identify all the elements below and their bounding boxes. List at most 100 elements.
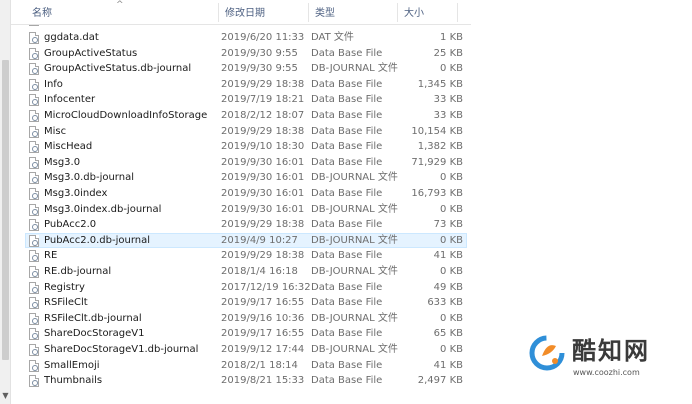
column-header-type[interactable]: 类型: [308, 0, 398, 24]
file-type: DB-JOURNAL 文件: [311, 203, 398, 215]
file-row[interactable]: Infocenter 2019/7/19 18:21 Data Base File 3…: [25, 92, 467, 107]
file-row[interactable]: RE.db-journal 2018/1/4 16:18 DB-JOURNAL 文件…: [25, 264, 467, 279]
file-type: DB-JOURNAL 文件: [311, 172, 398, 184]
file-gear-icon: [29, 234, 39, 247]
file-name: Msg3.0index: [44, 188, 108, 199]
file-gear-icon: [29, 172, 39, 185]
file-size: 0 KB: [440, 312, 463, 324]
file-gear-icon: [29, 32, 39, 44]
file-name: PubAcc2.0.db-journal: [44, 234, 151, 246]
file-gear-icon: [29, 203, 39, 216]
file-name: GroupActiveStatus: [44, 47, 138, 59]
file-date: 2019/7/19 18:21: [221, 94, 305, 106]
file-type: Data Base File: [311, 375, 383, 387]
file-type: Data Base File: [311, 281, 383, 293]
file-type: Data Base File: [311, 78, 383, 90]
file-size: 1,345 KB: [417, 78, 463, 90]
file-type: Data Base File: [311, 328, 383, 340]
file-size: 33 KB: [433, 110, 463, 121]
file-name: Misc: [44, 125, 67, 137]
file-date: 2019/8/21 15:33: [221, 375, 305, 387]
file-date: 2019/9/29 18:38: [221, 250, 305, 262]
file-row[interactable]: GroupActiveStatus.db-journal 2019/9/30 9:…: [25, 61, 467, 76]
column-divider[interactable]: [457, 3, 458, 22]
file-type: Data Base File: [311, 188, 383, 199]
file-size: 25 KB: [433, 47, 463, 59]
file-type: Data Base File: [311, 219, 383, 231]
file-size: 0 KB: [440, 63, 463, 75]
file-date: 2019/4/9 10:27: [221, 234, 298, 246]
file-type: Data Base File: [311, 156, 383, 168]
file-row[interactable]: RE 2019/9/29 18:38 Data Base File 41 KB: [25, 248, 467, 263]
file-row[interactable]: Misc 2019/9/29 18:38 Data Base File 10,154 …: [25, 124, 467, 139]
vertical-scrollbar[interactable]: ▼: [0, 0, 11, 404]
file-type: DB-JOURNAL 文件: [311, 344, 398, 355]
column-header-size[interactable]: 大小: [397, 0, 457, 24]
file-date: 2019/9/12 17:44: [221, 344, 305, 355]
file-date: 2019/9/30 9:55: [221, 63, 298, 75]
file-gear-icon: [29, 375, 39, 388]
file-date: 2019/9/17 16:55: [221, 297, 305, 309]
file-size: 633 KB: [427, 297, 463, 309]
file-row[interactable]: Info 2019/9/29 18:38 Data Base File 1,345 K…: [25, 77, 467, 92]
column-header-name[interactable]: 名称: [25, 0, 219, 24]
file-row[interactable]: PubAcc2.0.db-journal 2019/4/9 10:27 DB-JOU…: [25, 232, 467, 248]
file-row[interactable]: Registry 2017/12/19 16:32 Data Base File 49…: [25, 280, 467, 295]
file-explorer-window: ▼ FileTransferMsg 2019/9/4 15:01 Data Ba…: [0, 0, 692, 404]
file-name: Infocenter: [44, 94, 96, 106]
file-gear-icon: [29, 141, 39, 154]
file-row[interactable]: ShareDocStorageV1 2019/9/17 16:55 Data Bas…: [25, 326, 467, 341]
file-row[interactable]: MicroCloudDownloadInfoStorage 2018/2/12 1…: [25, 108, 467, 123]
file-date: 2018/2/12 18:07: [221, 110, 305, 121]
file-gear-icon: [29, 328, 39, 341]
file-date: 2019/9/30 16:01: [221, 203, 305, 215]
column-header-date[interactable]: 修改日期: [218, 0, 308, 24]
file-row[interactable]: Msg3.0 2019/9/30 16:01 Data Base File 71,92…: [25, 155, 467, 170]
file-row[interactable]: Msg3.0index 2019/9/30 16:01 Data Base File…: [25, 186, 467, 201]
file-type: Data Base File: [311, 359, 383, 371]
file-date: 2017/12/19 16:32: [221, 281, 311, 293]
scrollbar-thumb[interactable]: [2, 60, 9, 360]
file-row[interactable]: ggdata.dat 2019/6/20 11:33 DAT 文件 1 KB: [25, 30, 467, 45]
file-name: Info: [44, 78, 63, 90]
coozhi-watermark: 酷知网 www.coozhi.com: [528, 332, 678, 392]
file-gear-icon: [29, 312, 39, 325]
file-date: 2019/9/30 16:01: [221, 156, 305, 168]
file-date: 2018/2/1 18:14: [221, 359, 298, 371]
file-gear-icon: [29, 188, 39, 200]
file-type: Data Base File: [311, 297, 383, 309]
file-gear-icon: [29, 125, 39, 138]
file-size: 65 KB: [433, 328, 463, 340]
file-date: 2019/9/30 16:01: [221, 172, 305, 184]
watermark-url: www.coozhi.com: [573, 368, 640, 377]
file-row[interactable]: ShareDocStorageV1.db-journal 2019/9/12 17…: [25, 342, 467, 357]
file-row[interactable]: SmallEmoji 2018/2/1 18:14 Data Base File 41…: [25, 358, 467, 373]
file-name: SmallEmoji: [44, 359, 100, 371]
file-gear-icon: [29, 297, 39, 310]
file-type: DAT 文件: [311, 32, 354, 43]
file-date: 2018/1/4 16:18: [221, 266, 298, 277]
file-size: 10,154 KB: [411, 125, 463, 137]
file-date: 2019/9/16 10:36: [221, 312, 305, 324]
file-row[interactable]: RSFileClt.db-journal 2019/9/16 10:36 DB-JO…: [25, 311, 467, 326]
watermark-title: 酷知网: [572, 337, 650, 365]
file-row[interactable]: Thumbnails 2019/8/21 15:33 Data Base File 2…: [25, 373, 467, 388]
file-row[interactable]: MiscHead 2019/9/10 18:30 Data Base File 1,3…: [25, 139, 467, 154]
scroll-down-arrow-icon[interactable]: ▼: [0, 390, 11, 402]
file-type: DB-JOURNAL 文件: [311, 234, 398, 246]
file-size: 49 KB: [433, 281, 463, 293]
file-row[interactable]: Msg3.0.db-journal 2019/9/30 16:01 DB-JOURN…: [25, 170, 467, 185]
file-size: 0 KB: [440, 203, 463, 215]
file-row[interactable]: GroupActiveStatus 2019/9/30 9:55 Data Base…: [25, 46, 467, 61]
file-row[interactable]: PubAcc2.0 2019/9/29 18:38 Data Base File 73…: [25, 217, 467, 232]
file-name: MiscHead: [44, 141, 93, 153]
file-name: PubAcc2.0: [44, 219, 97, 231]
file-type: Data Base File: [311, 250, 383, 262]
coozhi-logo-icon: [529, 335, 565, 371]
file-gear-icon: [29, 266, 39, 278]
file-row[interactable]: RSFileClt 2019/9/17 16:55 Data Base File 63…: [25, 295, 467, 310]
file-size: 1,382 KB: [417, 141, 463, 153]
file-gear-icon: [29, 94, 39, 107]
file-row[interactable]: Msg3.0index.db-journal 2019/9/30 16:01 DB-…: [25, 202, 467, 217]
file-name: Msg3.0.db-journal: [44, 172, 134, 184]
